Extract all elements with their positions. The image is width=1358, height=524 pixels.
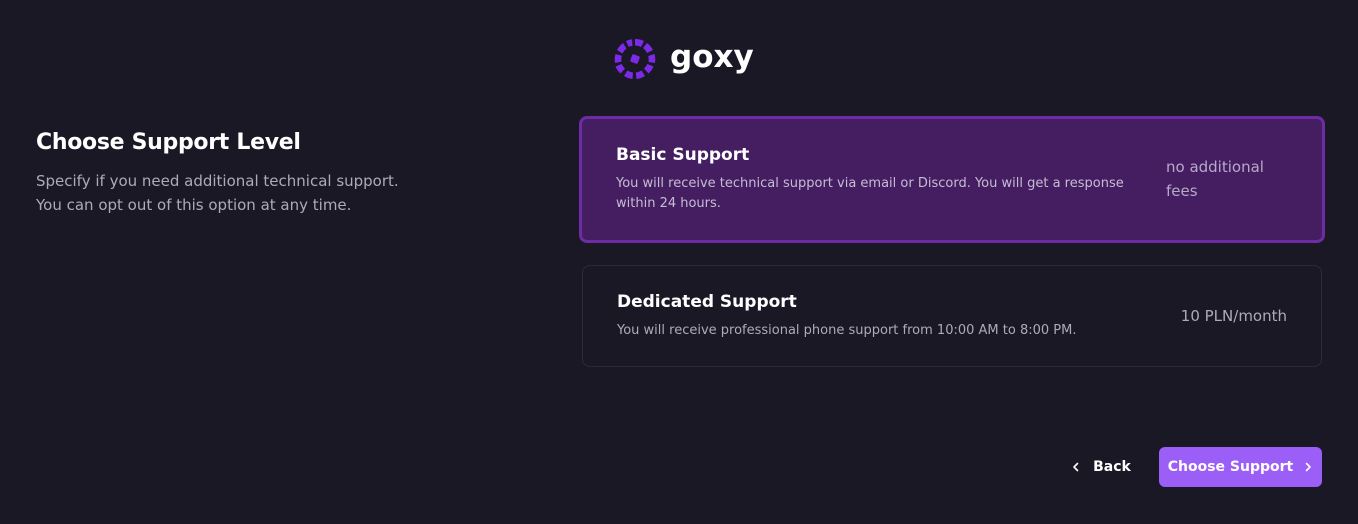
brand-logo: goxy bbox=[614, 38, 754, 80]
goxy-logo-icon bbox=[614, 38, 656, 79]
page-description-line-1: Specify if you need additional technical… bbox=[36, 172, 399, 190]
chevron-right-icon bbox=[1305, 462, 1312, 472]
option-card-body: Basic Support You will receive technical… bbox=[616, 145, 1148, 214]
page-description: Specify if you need additional technical… bbox=[36, 169, 456, 217]
option-price: no additional fees bbox=[1166, 157, 1264, 200]
option-price: 10 PLN/month bbox=[1180, 307, 1287, 325]
option-description: You will receive technical support via e… bbox=[616, 176, 1124, 211]
option-card-dedicated-support[interactable]: Dedicated Support You will receive profe… bbox=[582, 265, 1322, 367]
choose-support-button-label: Choose Support bbox=[1167, 459, 1294, 475]
option-card-basic-support[interactable]: Basic Support You will receive technical… bbox=[579, 116, 1325, 243]
brand-name: goxy bbox=[670, 38, 754, 75]
back-button[interactable]: Back bbox=[1062, 447, 1140, 487]
page-title: Choose Support Level bbox=[36, 130, 301, 155]
back-button-label: Back bbox=[1093, 459, 1131, 475]
chevron-left-icon bbox=[1073, 462, 1079, 472]
page-description-line-2: You can opt out of this option at any ti… bbox=[36, 196, 352, 214]
option-description: You will receive professional phone supp… bbox=[617, 322, 1077, 338]
support-level-page: goxy Choose Support Level Specify if you… bbox=[0, 0, 1358, 524]
choose-support-button[interactable]: Choose Support bbox=[1159, 447, 1322, 487]
option-title: Dedicated Support bbox=[617, 291, 797, 312]
option-title: Basic Support bbox=[616, 145, 750, 165]
option-card-body: Dedicated Support You will receive profe… bbox=[617, 292, 1181, 341]
intro-section: Choose Support Level Specify if you need… bbox=[36, 130, 456, 217]
